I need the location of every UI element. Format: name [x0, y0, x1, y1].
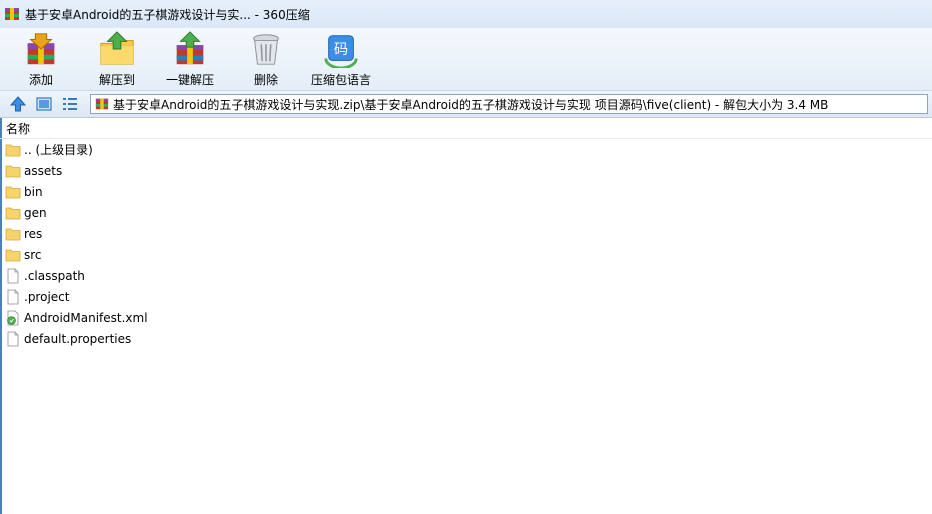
item-name: src — [24, 247, 42, 262]
item-name: default.properties — [24, 331, 132, 346]
list-item-folder[interactable]: assets — [0, 160, 932, 181]
extract-to-button[interactable]: 解压到 — [96, 30, 138, 88]
path-field[interactable]: 基于安卓Android的五子棋游戏设计与实现.zip\基于安卓Android的五… — [90, 94, 928, 114]
list-item-folder[interactable]: res — [0, 223, 932, 244]
list-item-folder[interactable]: gen — [0, 202, 932, 223]
archive-icon — [95, 98, 109, 110]
add-archive-icon — [27, 33, 55, 65]
one-click-extract-icon — [176, 31, 204, 65]
column-header-label: 名称 — [6, 121, 31, 136]
one-click-extract-button[interactable]: 一键解压 — [164, 30, 216, 88]
item-name: AndroidManifest.xml — [24, 310, 148, 325]
folder-icon — [5, 144, 21, 156]
folder-icon — [5, 228, 21, 240]
tool-label: 压缩包语言 — [310, 73, 371, 87]
tool-label: 一键解压 — [165, 73, 214, 87]
tool-label: 删除 — [253, 73, 278, 87]
item-name: bin — [24, 184, 43, 199]
folder-icon — [5, 165, 21, 177]
item-name: res — [24, 226, 43, 241]
file-icon — [7, 289, 19, 304]
list-view-icon[interactable] — [61, 95, 79, 113]
path-text: 基于安卓Android的五子棋游戏设计与实现.zip\基于安卓Android的五… — [113, 97, 829, 112]
archive-language-button[interactable]: 码 压缩包语言 — [308, 30, 374, 88]
list-item-folder[interactable]: bin — [0, 181, 932, 202]
window-title: 基于安卓Android的五子棋游戏设计与实... - 360压缩 — [25, 7, 310, 22]
tool-label: 添加 — [28, 73, 53, 87]
list-item-folder[interactable]: src — [0, 244, 932, 265]
column-header-name[interactable]: 名称 — [0, 118, 932, 139]
folder-icon — [5, 186, 21, 198]
item-name: assets — [24, 163, 63, 178]
item-name: .project — [24, 289, 70, 304]
list-item-file[interactable]: .project — [0, 286, 932, 307]
add-button[interactable]: 添加 — [20, 30, 62, 88]
list-item-parent-directory[interactable]: .. (上级目录) — [0, 139, 932, 160]
list-item-file[interactable]: default.properties — [0, 328, 932, 349]
app-window: 基于安卓Android的五子棋游戏设计与实... - 360压缩 添加 解压到 — [0, 0, 932, 514]
xml-file-icon — [7, 310, 19, 325]
delete-button[interactable]: 删除 — [245, 30, 287, 88]
item-name: .. (上级目录) — [24, 143, 93, 157]
list-item-file[interactable]: AndroidManifest.xml — [0, 307, 932, 328]
app-archive-icon — [5, 8, 19, 20]
address-bar: 基于安卓Android的五子棋游戏设计与实现.zip\基于安卓Android的五… — [0, 90, 932, 118]
item-name: gen — [24, 205, 47, 220]
file-icon — [7, 331, 19, 346]
list-item-file[interactable]: .classpath — [0, 265, 932, 286]
tool-label: 解压到 — [98, 73, 135, 87]
delete-icon — [253, 34, 279, 65]
item-name: .classpath — [24, 268, 85, 283]
toolbar: 添加 解压到 一键解压 删除 码 压缩包语言 — [0, 28, 932, 90]
archive-language-icon: 码 — [324, 35, 358, 68]
file-icon — [7, 268, 19, 283]
up-arrow-icon[interactable] — [9, 95, 27, 113]
thumbnail-view-icon[interactable] — [35, 95, 53, 113]
extract-to-icon — [100, 31, 134, 65]
folder-icon — [5, 207, 21, 219]
language-glyph: 码 — [334, 41, 348, 58]
title-bar: 基于安卓Android的五子棋游戏设计与实... - 360压缩 — [0, 0, 932, 28]
folder-icon — [5, 249, 21, 261]
